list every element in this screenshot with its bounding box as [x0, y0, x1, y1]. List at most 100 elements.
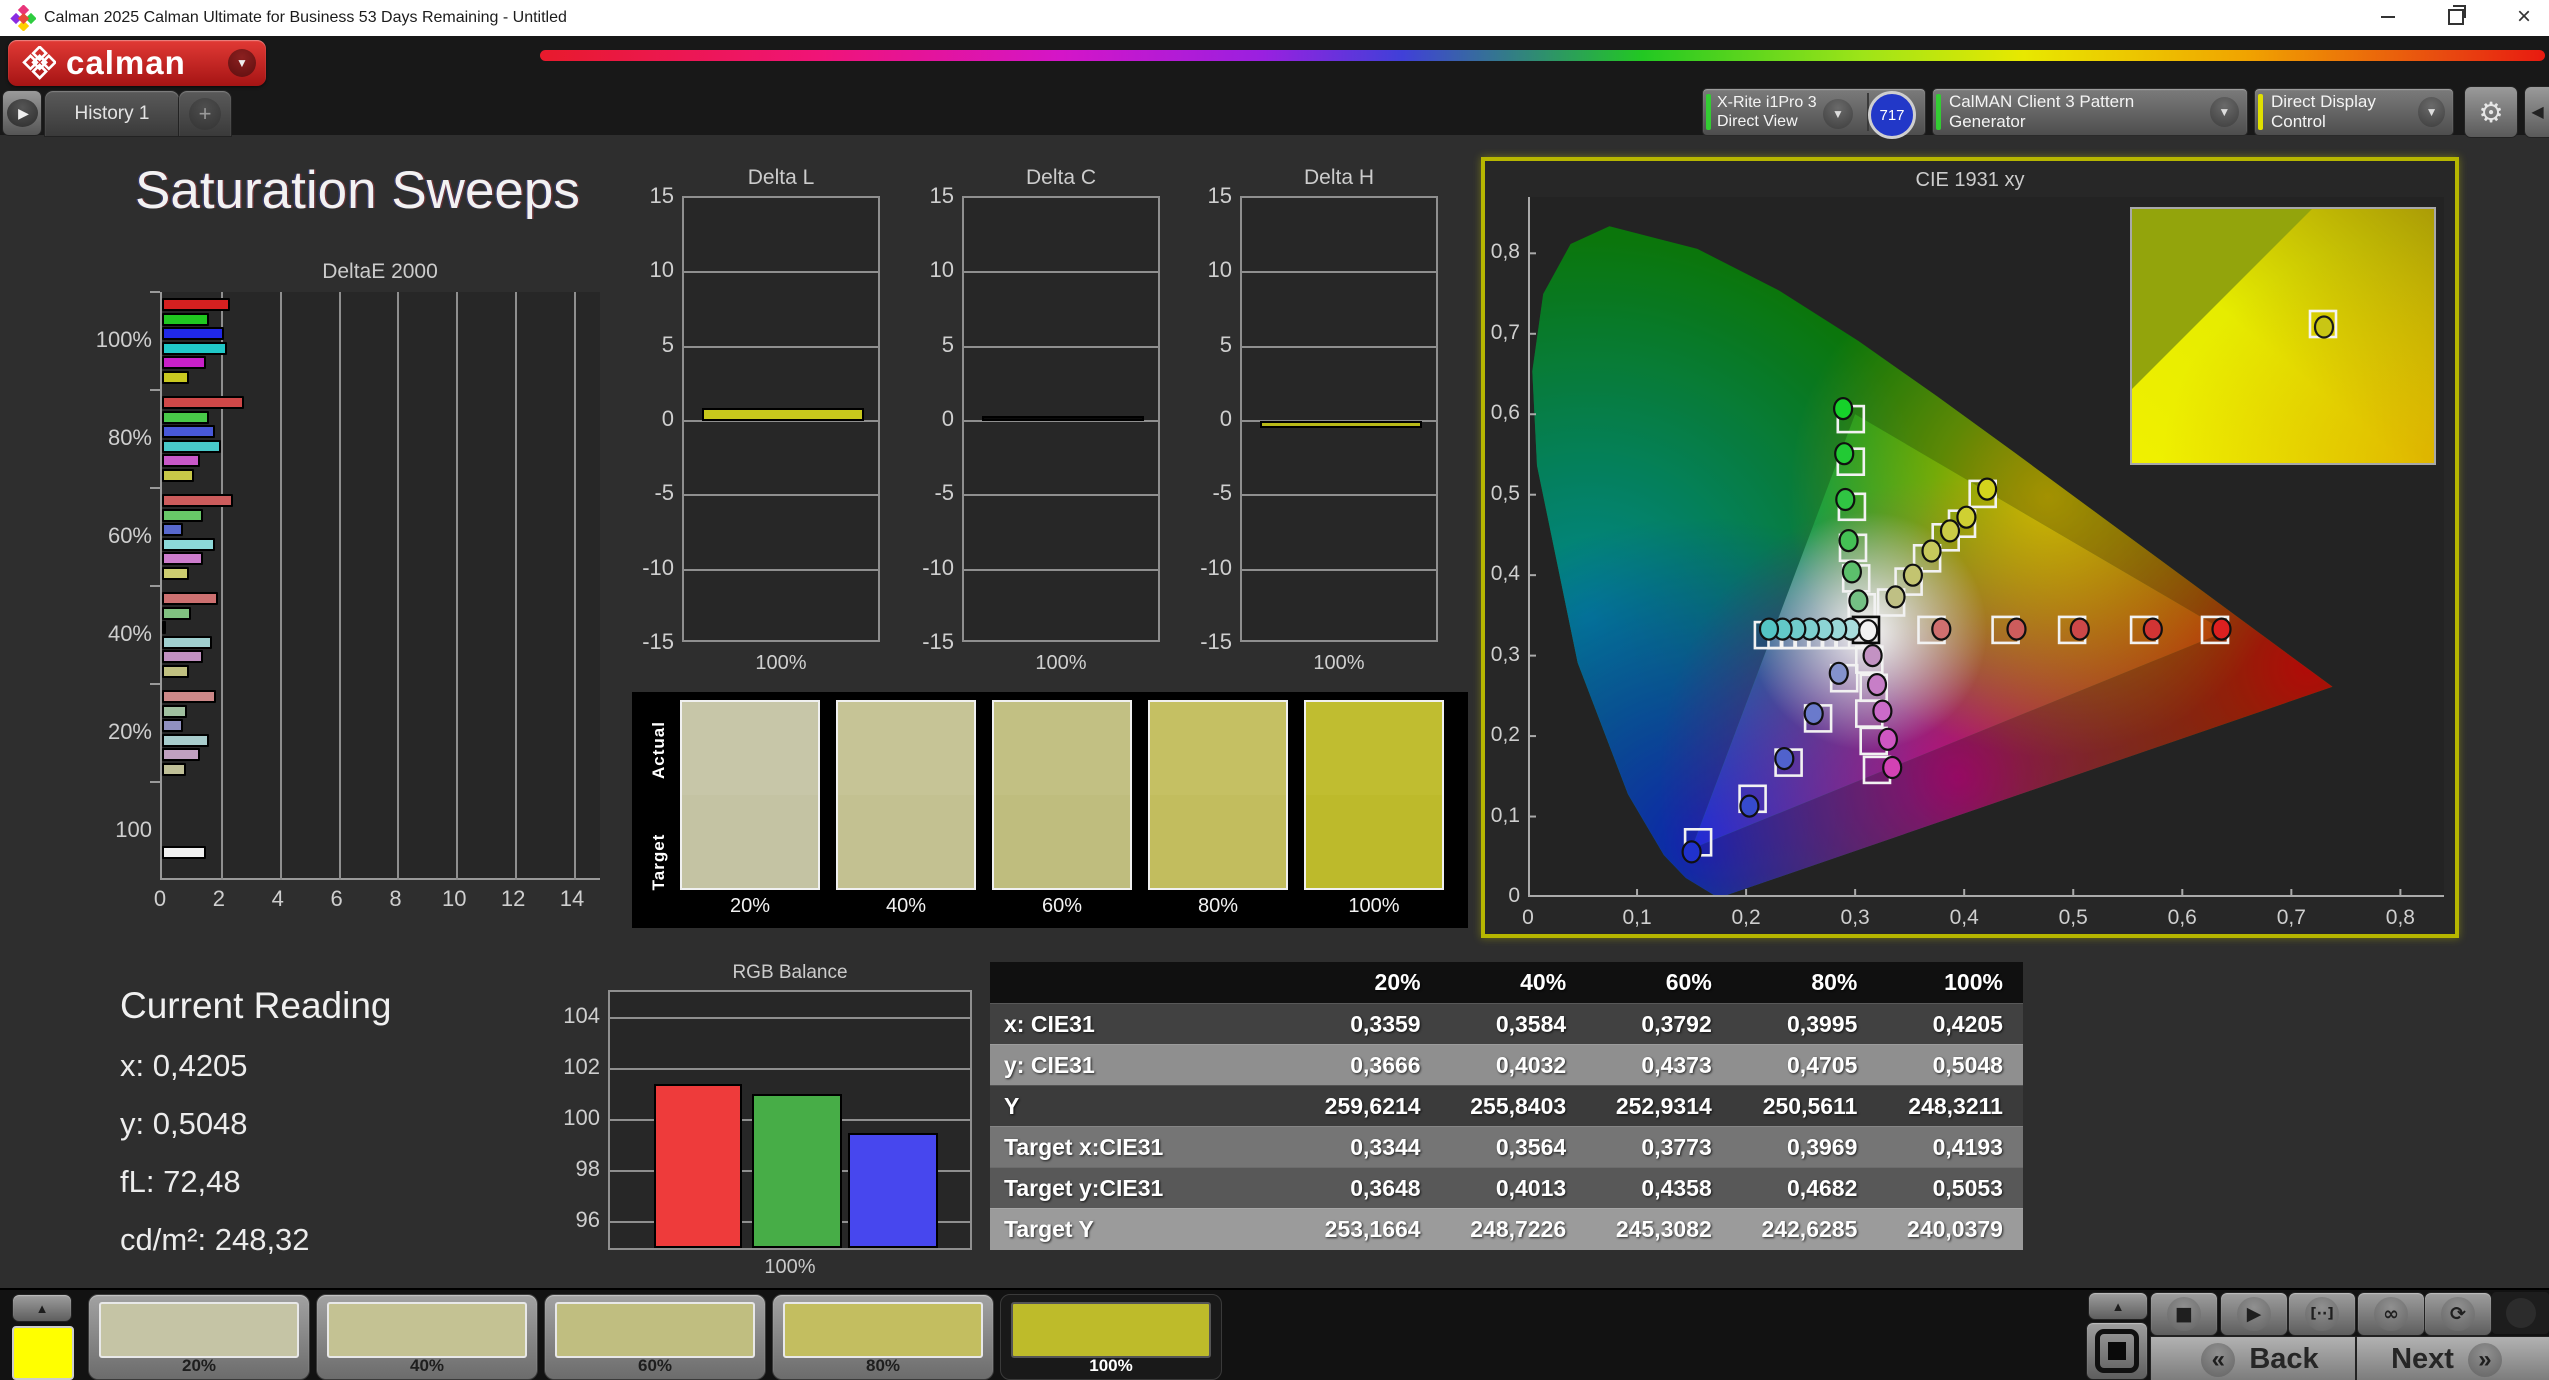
table-cell: 0,3564 [1495, 1134, 1567, 1160]
table-cell: 245,3082 [1615, 1216, 1712, 1242]
delta_h-y-tick: 5 [1219, 331, 1232, 357]
table-cell: 0,3792 [1641, 1011, 1712, 1037]
table-cell: 248,7226 [1470, 1216, 1567, 1242]
deltae-bar-80%-1 [162, 410, 210, 424]
pattern-button-60%[interactable]: 60% [544, 1294, 766, 1380]
cie-y-tick: 0,7 [1490, 320, 1520, 344]
maximize-button[interactable] [2433, 0, 2479, 34]
table-cell: 0,4373 [1641, 1052, 1712, 1078]
deltae-x-tick: 12 [500, 886, 526, 911]
deltae-group-label: 40% [107, 621, 152, 646]
pattern-button-100%[interactable]: 100% [1000, 1294, 1222, 1380]
display-status-stripe [2258, 94, 2263, 130]
deltae-bar-60%-5 [162, 566, 189, 580]
cie-y-tick: 0,1 [1490, 803, 1520, 827]
swatch-40% [836, 700, 976, 890]
table-row-label: Target y:CIE31 [1004, 1175, 1164, 1201]
gridline [964, 494, 1158, 497]
table-cell: 0,5053 [1932, 1175, 2003, 1201]
pattern-button-80%[interactable]: 80% [772, 1294, 994, 1380]
delta_h-y-tick: -10 [1200, 554, 1232, 580]
collapse-panel-button[interactable]: ◀ [2524, 86, 2549, 138]
chevron-down-icon: ▼ [1823, 99, 1853, 129]
deltae-x-tick: 4 [271, 886, 284, 911]
table-cell: 0,3995 [1787, 1011, 1858, 1037]
cie-zoom-inset [2130, 207, 2436, 465]
page-title: Saturation Sweeps [135, 161, 580, 220]
stop-icon: ■ [2167, 1297, 2201, 1331]
delta_c-y-tick: 0 [941, 406, 954, 431]
frame-step-button[interactable]: [··] [2288, 1292, 2356, 1336]
pattern-button-40%[interactable]: 40% [316, 1294, 538, 1380]
cie-x-tick: 0,7 [2276, 906, 2306, 929]
table-cell: 0,4032 [1495, 1052, 1567, 1078]
close-button[interactable]: × [2501, 0, 2547, 34]
swatch-20% [680, 700, 820, 890]
play-button[interactable]: ▶ [2220, 1292, 2288, 1336]
delta_h-y-tick: 10 [1207, 257, 1232, 283]
logo-dropdown-arrow[interactable]: ▼ [228, 49, 256, 77]
rgb-bar-red [654, 1084, 742, 1248]
refresh-button[interactable]: ⟳ [2424, 1292, 2492, 1336]
active-pattern-swatch[interactable] [12, 1326, 74, 1380]
deltae-bar-100%-2 [162, 327, 224, 340]
back-button[interactable]: « Back [2150, 1336, 2356, 1380]
pattern-generator-dropdown[interactable]: CalMAN Client 3 Pattern Generator ▼ [1932, 88, 2248, 136]
delta_l-y-tick: -15 [642, 629, 674, 654]
transport-extra-button[interactable] [2492, 1292, 2549, 1334]
delta_h-y-tick: 15 [1207, 183, 1232, 208]
axis-tick [150, 389, 160, 391]
swatch-target [1306, 795, 1442, 888]
table-header-cell: 40% [1520, 969, 1567, 995]
table-cell: 0,3969 [1787, 1134, 1858, 1160]
tab-history-1[interactable]: History 1 [44, 90, 180, 137]
gridline [1242, 271, 1436, 274]
reading-cdm2: cd/m²: 248,32 [120, 1222, 310, 1257]
delta_h-x-label: 100% [1313, 652, 1365, 674]
deltae-x-tick: 6 [330, 886, 343, 911]
deltae-bar-20%-3 [162, 733, 210, 747]
table-cell: 250,5611 [1762, 1093, 1858, 1119]
pattern-label: 60% [637, 1356, 673, 1375]
reading-x: x: 0,4205 [120, 1048, 248, 1083]
stop-pattern-button[interactable] [2086, 1322, 2148, 1380]
chevron-left-icon: ◀ [2531, 104, 2544, 121]
delta_c-y-tick: 5 [941, 331, 954, 357]
window-titlebar: Calman 2025 Calman Ultimate for Business… [0, 0, 2549, 36]
deltae-bar-80%-0 [162, 396, 245, 409]
pattern-swatch [327, 1302, 527, 1358]
swatch-target [1150, 795, 1286, 888]
transport-up-button[interactable]: ▲ [2088, 1292, 2148, 1320]
pattern-list-up-button[interactable]: ▲ [12, 1294, 72, 1322]
axis-tick [150, 683, 160, 685]
deltae-bar-100-0 [162, 846, 207, 859]
axis-tick [150, 585, 160, 587]
settings-button[interactable]: ⚙ [2464, 86, 2518, 138]
stop-button[interactable]: ■ [2150, 1292, 2218, 1336]
loop-button[interactable]: ∞ [2357, 1292, 2425, 1336]
delta_c-x-label: 100% [1035, 652, 1087, 674]
next-button[interactable]: Next » [2356, 1336, 2549, 1380]
deltae-bar-20%-2 [162, 719, 183, 732]
deltae-group-label: 80% [107, 425, 152, 450]
target-row-label: Target [649, 833, 668, 891]
add-tab-button[interactable]: + [178, 90, 232, 137]
display-control-dropdown[interactable]: Direct Display Control ▼ [2254, 88, 2454, 136]
delta_l-y-tick: 10 [649, 257, 674, 283]
swatch-label: 100% [1348, 895, 1400, 917]
minimize-button[interactable] [2365, 0, 2411, 34]
deltae-bar-60%-3 [162, 537, 215, 551]
current-reading-title: Current Reading [120, 985, 392, 1026]
table-row-label: Target x:CIE31 [1004, 1134, 1164, 1160]
pattern-generator-label: CalMAN Client 3 Pattern Generator [1949, 92, 2135, 131]
deltae-bar-40%-3 [162, 635, 212, 649]
sidebar-toggle-button[interactable]: ▶ [2, 90, 42, 136]
delta_c-chart [962, 196, 1160, 642]
gridline [1242, 568, 1436, 571]
delta_c-y-tick: 15 [929, 183, 954, 208]
delta_l-y-tick: -5 [654, 480, 674, 506]
calman-menu-button[interactable]: calman ▼ [8, 40, 266, 86]
reading-y: y: 0,5048 [120, 1106, 248, 1141]
meter-count-badge[interactable]: 717 [1868, 91, 1916, 139]
pattern-button-20%[interactable]: 20% [88, 1294, 310, 1380]
